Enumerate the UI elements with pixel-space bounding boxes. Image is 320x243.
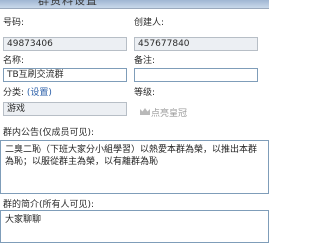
group-name-label: 名称: [3, 56, 25, 66]
remark-label: 备注: [134, 56, 156, 66]
light-crown-link[interactable]: 点亮皇冠 [151, 106, 187, 119]
window-title: 群资料设置 [38, 0, 98, 7]
group-number-label: 号码: [3, 18, 25, 28]
announcement-label: 群内公告(仅成员可见): [3, 128, 95, 138]
level-label: 等级: [134, 88, 156, 98]
intro-label: 群的简介(所有人可见): [3, 200, 95, 210]
remark-input[interactable] [134, 68, 258, 82]
intro-textarea[interactable]: 大家聊聊 [0, 210, 269, 243]
group-number-field: 49873406 [3, 37, 127, 51]
category-field: 游戏 [3, 102, 127, 116]
window-titlebar: 群资料设置 [0, 0, 269, 9]
category-label: 分类: (设置) [3, 88, 52, 99]
group-name-input[interactable]: TB互刷交流群 [3, 68, 127, 82]
announcement-textarea[interactable]: 二臭二恥（下班大家分小組學習）以熱愛本群為榮，以推出本群為恥；以服從群主為榮，以… [0, 140, 269, 194]
crown-icon [140, 108, 150, 115]
creator-field: 457677840 [134, 37, 258, 51]
creator-label: 创建人: [134, 18, 165, 28]
category-set-link[interactable]: (设置) [27, 88, 52, 98]
category-label-text: 分类: [3, 88, 25, 98]
